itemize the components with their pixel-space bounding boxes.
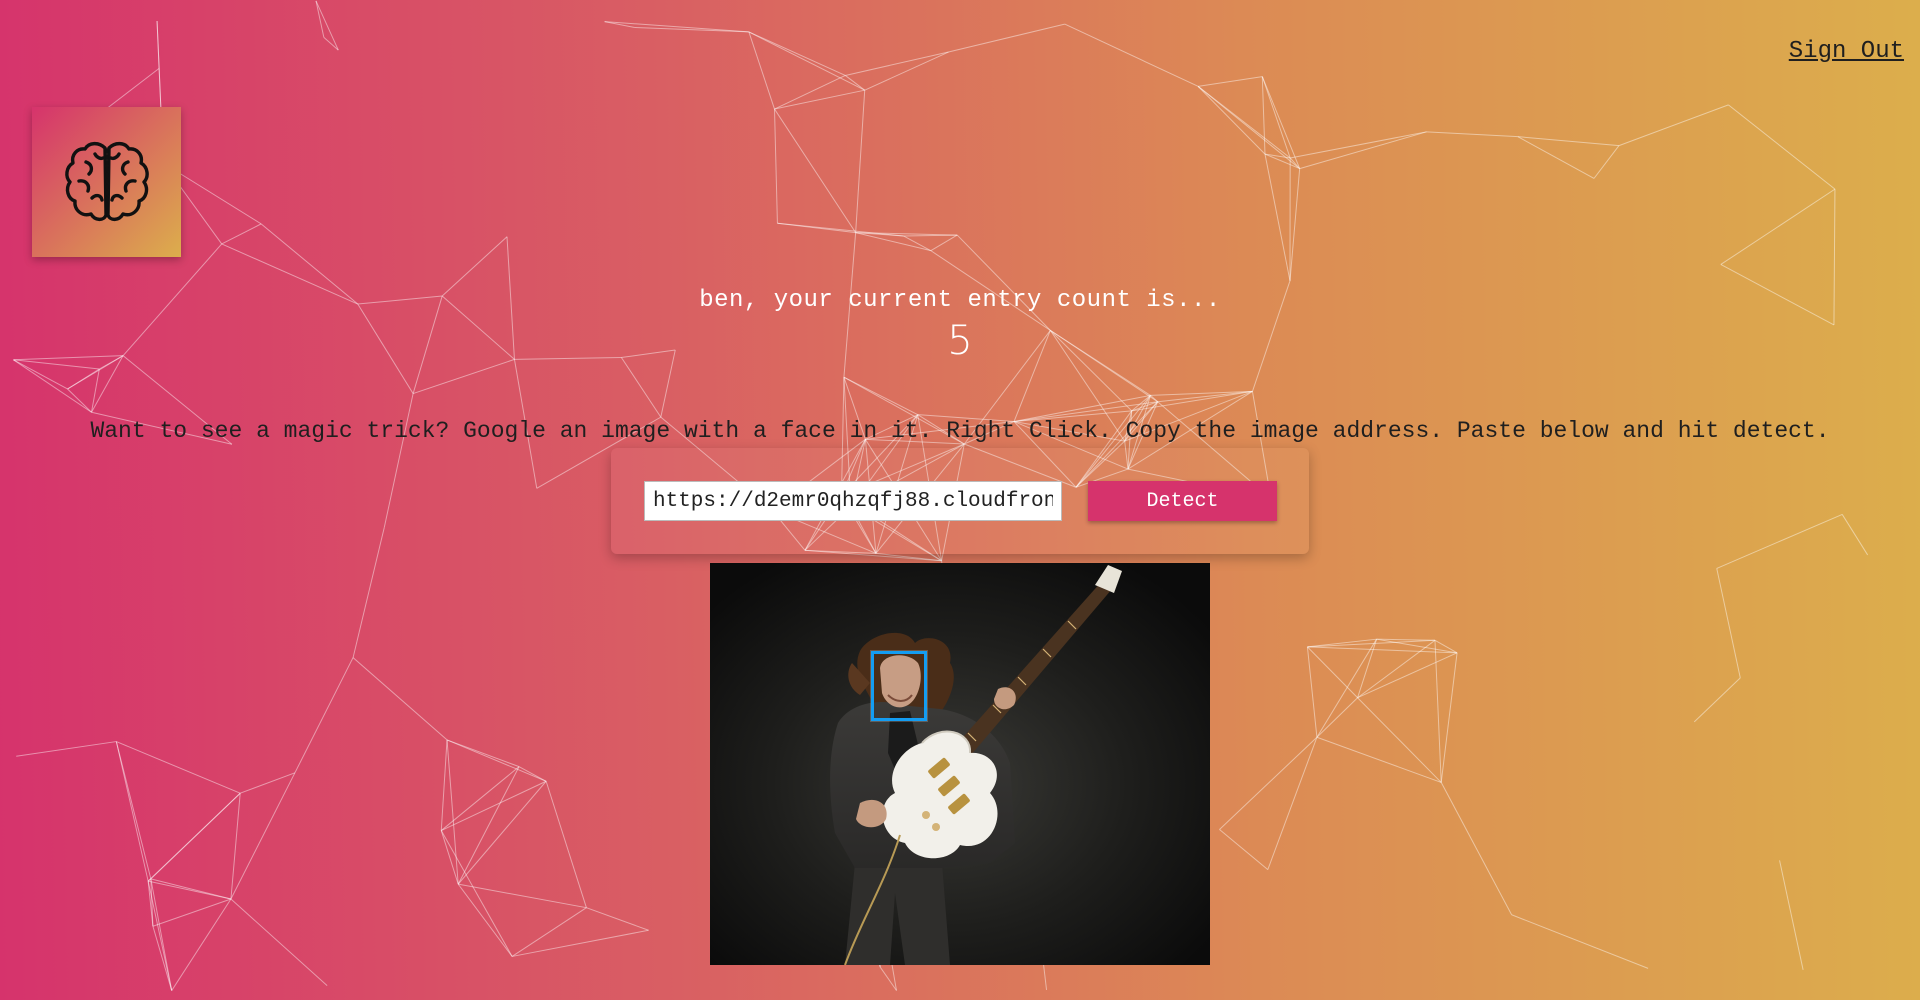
detect-button[interactable]: Detect [1088,481,1277,521]
entry-rank: ben, your current entry count is... 5 [0,287,1920,364]
logo-card[interactable] [32,107,181,257]
face-bounding-box [871,651,927,721]
guitarist-photo [710,563,1210,965]
instructions-text: Want to see a magic trick? Google an ima… [90,418,1830,444]
brain-icon [64,141,149,222]
image-link-form: Detect [611,448,1309,554]
image-url-input[interactable] [644,481,1062,521]
top-navigation: Sign Out [1789,38,1904,65]
face-recognition-image [710,563,1210,965]
sign-out-link[interactable]: Sign Out [1789,38,1904,65]
entry-count: 5 [947,318,973,364]
rank-message: ben, your current entry count is... [699,287,1221,314]
